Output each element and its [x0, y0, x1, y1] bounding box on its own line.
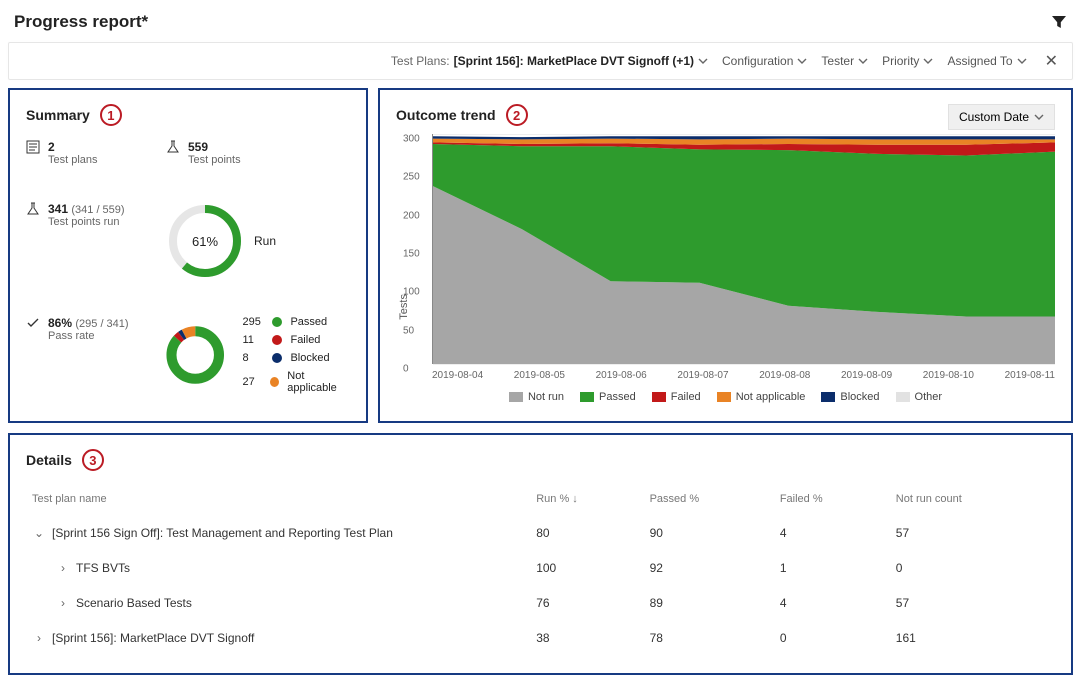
- legend-item: Other: [896, 391, 943, 403]
- annotation-3: 3: [82, 449, 104, 471]
- annotation-1: 1: [100, 104, 122, 126]
- table-row[interactable]: ›[Sprint 156]: MarketPlace DVT Signoff38…: [26, 621, 1055, 656]
- details-title: Details: [26, 452, 72, 468]
- outcome-donut-block: 295Passed 11Failed 8Blocked 27Not applicabl…: [166, 316, 350, 394]
- chevron-down-icon: [797, 56, 807, 66]
- table-row[interactable]: ›TFS BVTs1009210: [26, 551, 1055, 586]
- outcome-legend: 295Passed 11Failed 8Blocked 27Not applicabl…: [242, 316, 350, 394]
- label: Test points run: [48, 216, 125, 228]
- summary-title: Summary: [26, 107, 90, 123]
- close-icon[interactable]: ✕: [1041, 51, 1062, 71]
- date-range-button[interactable]: Custom Date: [948, 104, 1055, 130]
- label: Run: [254, 234, 276, 248]
- x-axis: 2019-08-042019-08-052019-08-062019-08-07…: [432, 364, 1055, 381]
- legend-item: 11Failed: [242, 334, 350, 346]
- label: Custom Date: [959, 110, 1029, 124]
- filter-label: Priority: [882, 54, 919, 68]
- filter-value: [Sprint 156]: MarketPlace DVT Signoff (+…: [454, 54, 694, 68]
- filter-label: Assigned To: [947, 54, 1012, 68]
- legend-item: Passed: [580, 391, 636, 403]
- metric-points: 559 Test points: [166, 140, 350, 166]
- chevron-down-icon: [698, 56, 708, 66]
- trend-legend: Not run Passed Failed Not applicable Blocked…: [396, 391, 1055, 403]
- value: 86%: [48, 316, 72, 330]
- label: Pass rate: [48, 330, 129, 342]
- filter-assigned-to[interactable]: Assigned To: [947, 54, 1026, 68]
- trend-title: Outcome trend: [396, 107, 496, 123]
- table-row[interactable]: ⌄[Sprint 156 Sign Off]: Test Management …: [26, 516, 1055, 551]
- value: 2: [48, 140, 98, 154]
- filter-label: Configuration: [722, 54, 793, 68]
- annotation-2: 2: [506, 104, 528, 126]
- filter-test-plans[interactable]: Test Plans: [Sprint 156]: MarketPlace DV…: [391, 54, 708, 68]
- col-passed[interactable]: Passed %: [644, 485, 774, 516]
- page-title: Progress report*: [14, 12, 148, 32]
- metric-run: 341 (341 / 559) Test points run: [26, 202, 166, 280]
- filter-icon[interactable]: [1051, 14, 1067, 30]
- legend-item: Not applicable: [717, 391, 806, 403]
- sub: (341 / 559): [71, 204, 124, 216]
- col-notrun[interactable]: Not run count: [890, 485, 1055, 516]
- summary-card: Summary 1 2 Test plans 559 Test points: [8, 88, 368, 423]
- run-ring: 61%: [166, 202, 244, 280]
- filter-priority[interactable]: Priority: [882, 54, 933, 68]
- expand-icon[interactable]: ›: [32, 631, 46, 645]
- filter-label: Tester: [821, 54, 854, 68]
- col-name[interactable]: Test plan name: [26, 485, 530, 516]
- expand-icon[interactable]: ⌄: [32, 526, 46, 540]
- chevron-down-icon: [1034, 112, 1044, 122]
- legend-item: 295Passed: [242, 316, 350, 328]
- label: Test points: [188, 154, 241, 166]
- col-failed[interactable]: Failed %: [774, 485, 890, 516]
- filter-tester[interactable]: Tester: [821, 54, 868, 68]
- details-card: Details 3 Test plan name Run % ↓ Passed …: [8, 433, 1073, 675]
- trend-card: Outcome trend 2 Custom Date Tests 050100…: [378, 88, 1073, 423]
- run-pct: 61%: [166, 202, 244, 280]
- filter-label: Test Plans:: [391, 54, 450, 68]
- legend-item: Not run: [509, 391, 564, 403]
- value: 559: [188, 140, 241, 154]
- chevron-down-icon: [923, 56, 933, 66]
- chevron-down-icon: [1017, 56, 1027, 66]
- filter-bar: Test Plans: [Sprint 156]: MarketPlace DV…: [8, 42, 1073, 80]
- chevron-down-icon: [858, 56, 868, 66]
- col-run[interactable]: Run % ↓: [530, 485, 643, 516]
- outcome-donut: [166, 323, 224, 387]
- expand-icon[interactable]: ›: [56, 596, 70, 610]
- y-axis-label: Tests: [398, 294, 410, 320]
- legend-item: 8Blocked: [242, 352, 350, 364]
- sub: (295 / 341): [75, 318, 128, 330]
- expand-icon[interactable]: ›: [56, 561, 70, 575]
- table-row[interactable]: ›Scenario Based Tests7689457: [26, 586, 1055, 621]
- beaker-icon: [166, 140, 180, 157]
- label: Test plans: [48, 154, 98, 166]
- run-ring-block: 61% Run: [166, 202, 350, 280]
- list-icon: [26, 140, 40, 157]
- legend-item: Blocked: [821, 391, 879, 403]
- legend-item: Failed: [652, 391, 701, 403]
- filter-configuration[interactable]: Configuration: [722, 54, 807, 68]
- details-table: Test plan name Run % ↓ Passed % Failed %…: [26, 485, 1055, 655]
- metric-plans: 2 Test plans: [26, 140, 166, 166]
- metric-pass: 86% (295 / 341) Pass rate: [26, 316, 166, 394]
- beaker-icon: [26, 202, 40, 219]
- trend-chart: 050100150200250300: [432, 134, 1055, 364]
- legend-item: 27Not applicable: [242, 370, 350, 394]
- value: 341: [48, 202, 68, 216]
- check-icon: [26, 316, 40, 333]
